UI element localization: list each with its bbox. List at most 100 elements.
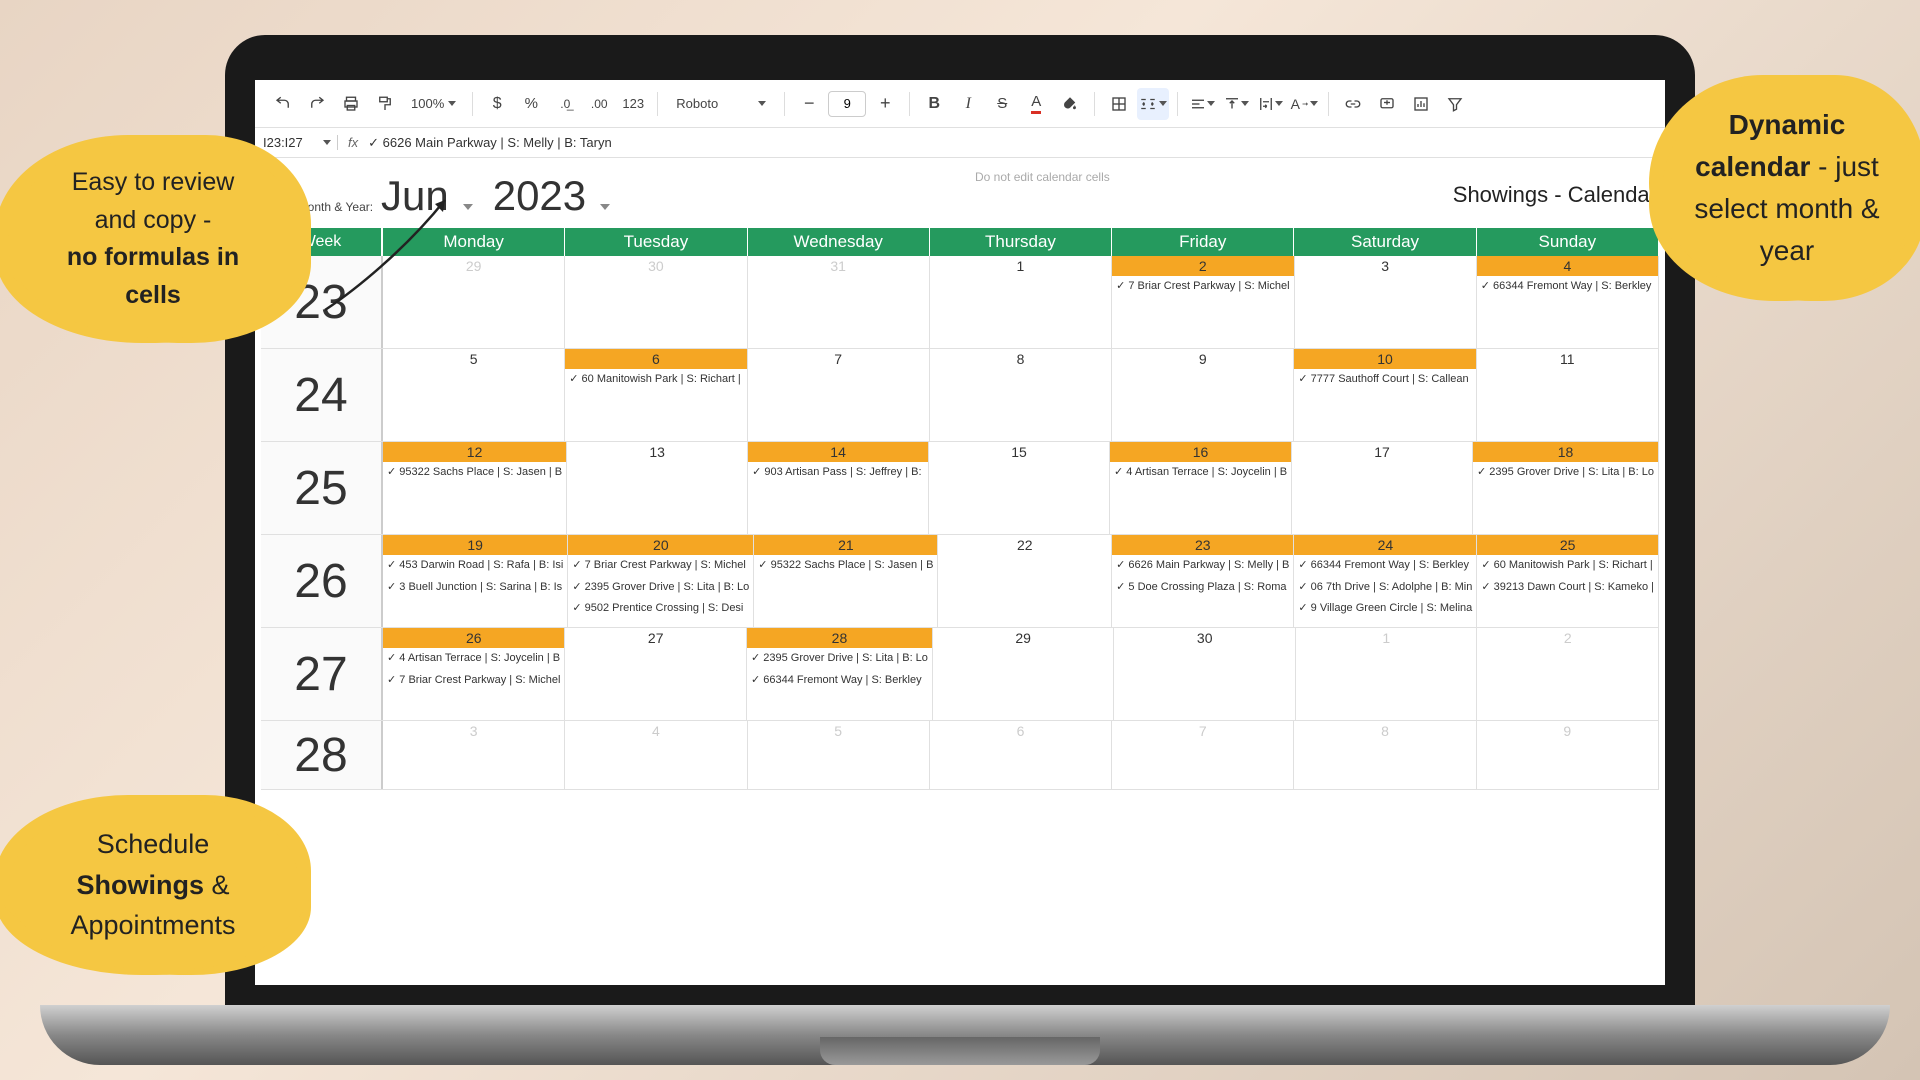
calendar-event[interactable]: ✓ 60 Manitowish Park | S: Richart | <box>1477 555 1658 577</box>
undo-button[interactable] <box>267 88 299 120</box>
calendar-event[interactable]: ✓ 7 Briar Crest Parkway | S: Michel <box>383 670 564 692</box>
calendar-cell[interactable]: 29 <box>933 628 1115 720</box>
calendar-cell[interactable]: 23✓ 6626 Main Parkway | S: Melly | B✓ 5 … <box>1112 535 1294 627</box>
calendar-event[interactable]: ✓ 9502 Prentice Crossing | S: Desi <box>568 598 753 620</box>
more-formats-button[interactable]: 123 <box>617 88 649 120</box>
calendar-cell[interactable]: 6✓ 60 Manitowish Park | S: Richart | <box>565 349 747 441</box>
insert-link-button[interactable] <box>1337 88 1369 120</box>
calendar-event[interactable]: ✓ 06 7th Drive | S: Adolphe | B: Min <box>1294 577 1476 599</box>
text-wrap-button[interactable] <box>1254 88 1286 120</box>
calendar-event[interactable]: ✓ 2395 Grover Drive | S: Lita | B: Lo <box>1473 462 1658 484</box>
print-button[interactable] <box>335 88 367 120</box>
calendar-cell[interactable]: 9 <box>1477 721 1659 789</box>
text-rotation-button[interactable]: A <box>1288 88 1320 120</box>
calendar-cell[interactable]: 12✓ 95322 Sachs Place | S: Jasen | B <box>383 442 567 534</box>
vertical-align-button[interactable] <box>1220 88 1252 120</box>
calendar-event[interactable]: ✓ 60 Manitowish Park | S: Richart | <box>565 369 746 391</box>
font-select[interactable]: Roboto <box>666 88 776 120</box>
calendar-cell[interactable]: 6 <box>930 721 1112 789</box>
bold-button[interactable]: B <box>918 88 950 120</box>
decrease-font-size-button[interactable]: − <box>793 88 825 120</box>
insert-chart-button[interactable] <box>1405 88 1437 120</box>
calendar-event[interactable]: ✓ 6626 Main Parkway | S: Melly | B <box>1112 555 1293 577</box>
calendar-event[interactable]: ✓ 39213 Dawn Court | S: Kameko | <box>1477 577 1658 599</box>
calendar-cell[interactable]: 29 <box>383 256 565 348</box>
calendar-cell[interactable]: 7 <box>748 349 930 441</box>
calendar-cell[interactable]: 5 <box>748 721 930 789</box>
calendar-cell[interactable]: 15 <box>929 442 1110 534</box>
calendar-event[interactable]: ✓ 453 Darwin Road | S: Rafa | B: Isi <box>383 555 567 577</box>
zoom-select[interactable]: 100% <box>403 88 464 120</box>
calendar-cell[interactable]: 25✓ 60 Manitowish Park | S: Richart |✓ 3… <box>1477 535 1659 627</box>
calendar-cell[interactable]: 3 <box>1295 256 1477 348</box>
name-box[interactable]: I23:I27 <box>263 135 338 150</box>
calendar-cell[interactable]: 26✓ 4 Artisan Terrace | S: Joycelin | B✓… <box>383 628 565 720</box>
increase-decimal-button[interactable]: .00 <box>583 88 615 120</box>
calendar-event[interactable]: ✓ 7 Briar Crest Parkway | S: Michel <box>1112 276 1293 298</box>
calendar-event[interactable]: ✓ 4 Artisan Terrace | S: Joycelin | B <box>1110 462 1291 484</box>
decrease-decimal-button[interactable]: .0̲ <box>549 88 581 120</box>
calendar-cell[interactable]: 31 <box>748 256 930 348</box>
calendar-cell[interactable]: 1 <box>1296 628 1478 720</box>
calendar-event[interactable]: ✓ 9 Village Green Circle | S: Melina <box>1294 598 1476 620</box>
calendar-cell[interactable]: 20✓ 7 Briar Crest Parkway | S: Michel✓ 2… <box>568 535 754 627</box>
calendar-event[interactable]: ✓ 95322 Sachs Place | S: Jasen | B <box>383 462 566 484</box>
calendar-cell[interactable]: 21✓ 95322 Sachs Place | S: Jasen | B <box>754 535 938 627</box>
calendar-cell[interactable]: 16✓ 4 Artisan Terrace | S: Joycelin | B <box>1110 442 1292 534</box>
paint-format-button[interactable] <box>369 88 401 120</box>
calendar-cell[interactable]: 4✓ 66344 Fremont Way | S: Berkley <box>1477 256 1659 348</box>
calendar-cell[interactable]: 1 <box>930 256 1112 348</box>
calendar-event[interactable]: ✓ 66344 Fremont Way | S: Berkley <box>1294 555 1476 577</box>
calendar-event[interactable]: ✓ 903 Artisan Pass | S: Jeffrey | B: <box>748 462 928 484</box>
merge-cells-button[interactable] <box>1137 88 1169 120</box>
redo-button[interactable] <box>301 88 333 120</box>
calendar-event[interactable]: ✓ 2395 Grover Drive | S: Lita | B: Lo <box>568 577 753 599</box>
calendar-event[interactable]: ✓ 7 Briar Crest Parkway | S: Michel <box>568 555 753 577</box>
year-select[interactable]: 2023 <box>493 172 614 220</box>
formula-content[interactable]: ✓ 6626 Main Parkway | S: Melly | B: Tary… <box>368 135 612 151</box>
format-currency-button[interactable]: $ <box>481 88 513 120</box>
calendar-cell[interactable]: 5 <box>383 349 565 441</box>
calendar-cell[interactable]: 30 <box>1114 628 1296 720</box>
calendar-cell[interactable]: 2✓ 7 Briar Crest Parkway | S: Michel <box>1112 256 1294 348</box>
calendar-cell[interactable]: 22 <box>938 535 1112 627</box>
italic-button[interactable]: I <box>952 88 984 120</box>
strikethrough-button[interactable]: S <box>986 88 1018 120</box>
calendar-event[interactable]: ✓ 66344 Fremont Way | S: Berkley <box>747 670 932 692</box>
text-color-button[interactable]: A <box>1020 88 1052 120</box>
horizontal-align-button[interactable] <box>1186 88 1218 120</box>
calendar-event[interactable]: ✓ 66344 Fremont Way | S: Berkley <box>1477 276 1658 298</box>
calendar-cell[interactable]: 10✓ 7777 Sauthoff Court | S: Callean <box>1294 349 1476 441</box>
calendar-cell[interactable]: 4 <box>565 721 747 789</box>
calendar-event[interactable]: ✓ 4 Artisan Terrace | S: Joycelin | B <box>383 648 564 670</box>
calendar-cell[interactable]: 17 <box>1292 442 1473 534</box>
calendar-cell[interactable]: 9 <box>1112 349 1294 441</box>
calendar-event[interactable]: ✓ 3 Buell Junction | S: Sarina | B: Is <box>383 577 567 599</box>
month-select[interactable]: Jun <box>381 172 477 220</box>
calendar-cell[interactable]: 8 <box>930 349 1112 441</box>
calendar-cell[interactable]: 24✓ 66344 Fremont Way | S: Berkley✓ 06 7… <box>1294 535 1477 627</box>
calendar-cell[interactable]: 8 <box>1294 721 1476 789</box>
calendar-event[interactable]: ✓ 5 Doe Crossing Plaza | S: Roma <box>1112 577 1293 599</box>
format-percent-button[interactable]: % <box>515 88 547 120</box>
calendar-cell[interactable]: 13 <box>567 442 748 534</box>
fill-color-button[interactable] <box>1054 88 1086 120</box>
calendar-event[interactable]: ✓ 2395 Grover Drive | S: Lita | B: Lo <box>747 648 932 670</box>
calendar-cell[interactable]: 30 <box>565 256 747 348</box>
calendar-event[interactable]: ✓ 95322 Sachs Place | S: Jasen | B <box>754 555 937 577</box>
calendar-cell[interactable]: 14✓ 903 Artisan Pass | S: Jeffrey | B: <box>748 442 929 534</box>
filter-button[interactable] <box>1439 88 1471 120</box>
increase-font-size-button[interactable]: + <box>869 88 901 120</box>
calendar-cell[interactable]: 28✓ 2395 Grover Drive | S: Lita | B: Lo✓… <box>747 628 933 720</box>
calendar-cell[interactable]: 27 <box>565 628 747 720</box>
calendar-cell[interactable]: 11 <box>1477 349 1659 441</box>
calendar-cell[interactable]: 19✓ 453 Darwin Road | S: Rafa | B: Isi✓ … <box>383 535 568 627</box>
font-size-input[interactable] <box>828 91 866 117</box>
calendar-cell[interactable]: 3 <box>383 721 565 789</box>
calendar-event[interactable]: ✓ 7777 Sauthoff Court | S: Callean <box>1294 369 1475 391</box>
calendar-cell[interactable]: 18✓ 2395 Grover Drive | S: Lita | B: Lo <box>1473 442 1659 534</box>
calendar-cell[interactable]: 7 <box>1112 721 1294 789</box>
calendar-cell[interactable]: 2 <box>1477 628 1659 720</box>
insert-comment-button[interactable] <box>1371 88 1403 120</box>
borders-button[interactable] <box>1103 88 1135 120</box>
